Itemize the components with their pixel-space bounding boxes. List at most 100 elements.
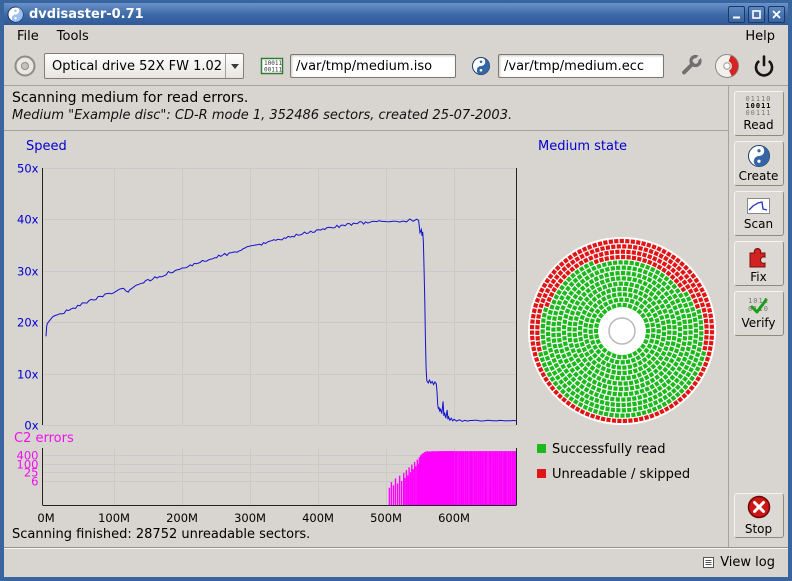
c2-bar	[472, 451, 473, 505]
disc-sector	[622, 408, 626, 412]
c2-bar	[393, 485, 394, 505]
disc-sector	[608, 385, 613, 390]
disc-sector	[688, 325, 692, 329]
disc-sector	[624, 387, 629, 392]
view-log-button[interactable]: View log	[697, 553, 780, 572]
action-panel: 01110 10011 00111 Read Create	[728, 86, 788, 547]
disc-sector	[710, 325, 714, 329]
c2-bar	[401, 481, 402, 505]
fix-button[interactable]: Fix	[734, 241, 784, 286]
log-icon	[702, 556, 715, 569]
disc-sector	[617, 287, 621, 291]
disc-sector	[589, 335, 594, 340]
disc-sector	[541, 324, 545, 328]
disc-sector	[630, 386, 635, 391]
disc-sector	[541, 340, 546, 345]
disc-sector	[626, 413, 630, 417]
disc-sector	[683, 325, 687, 329]
disc-sector	[531, 314, 536, 319]
c2-bar	[417, 460, 418, 505]
close-button[interactable]	[768, 6, 785, 23]
disc-sector	[667, 325, 672, 330]
disc-sector	[628, 418, 633, 423]
disc-sector	[683, 336, 688, 341]
disc-sector	[709, 341, 714, 346]
disc-sector	[551, 327, 555, 331]
charts-region: 0M100M200M300M400M500M600M0x10x20x30x40x…	[4, 131, 728, 527]
disc-sector	[613, 298, 618, 303]
disc-sector	[632, 407, 637, 412]
quit-power-icon[interactable]	[750, 52, 778, 80]
preferences-wrench-icon[interactable]	[678, 53, 704, 79]
c2-bar	[515, 451, 516, 505]
scan-button[interactable]: Scan	[734, 191, 784, 236]
stop-button[interactable]: Stop	[734, 493, 784, 538]
x-tick-label: 600M	[438, 511, 470, 525]
disc-sector	[617, 292, 621, 296]
dvdisaster-logo-icon[interactable]	[713, 52, 741, 80]
disc-sector	[628, 370, 633, 375]
titlebar[interactable]: dvdisaster-0.71	[4, 3, 788, 25]
x-tick-label: 0M	[37, 511, 54, 525]
charts-canvas: 0M100M200M300M400M500M600M0x10x20x30x40x…	[4, 131, 728, 527]
disc-sector	[629, 391, 634, 396]
disc-sector	[708, 346, 713, 351]
maximize-button[interactable]	[748, 6, 765, 23]
window-controls	[728, 6, 785, 23]
minimize-button[interactable]	[728, 6, 745, 23]
c2-bar	[485, 451, 486, 505]
drive-select[interactable]: Optical drive 52X FW 1.02	[44, 53, 244, 79]
disc-sector	[601, 417, 606, 422]
disc-sector	[552, 338, 557, 343]
chevron-down-icon	[225, 54, 243, 78]
c2-bar	[508, 451, 509, 505]
disc-sector	[626, 255, 631, 260]
c2-bar	[470, 451, 471, 505]
disc-sector	[610, 255, 615, 260]
menu-file[interactable]: File	[8, 27, 48, 46]
disc-sector	[536, 320, 541, 325]
menu-help[interactable]: Help	[736, 27, 784, 46]
image-path-input[interactable]	[290, 54, 456, 78]
disc-sector	[612, 392, 617, 397]
disc-sector	[537, 347, 542, 352]
disc-sector	[551, 333, 555, 337]
main-row: Scanning medium for read errors. Medium …	[4, 86, 788, 547]
disc-sector	[688, 336, 693, 341]
disc-sector	[619, 387, 623, 391]
disc-sector	[626, 359, 631, 364]
disc-sector	[626, 271, 631, 276]
disc-sector	[633, 245, 638, 250]
disc-sector	[703, 340, 708, 345]
disc-sector	[611, 287, 616, 292]
disc-sector	[530, 330, 534, 334]
view-log-label: View log	[720, 555, 775, 570]
disc-sector	[632, 272, 637, 277]
stop-label: Stop	[745, 522, 772, 536]
disc-sector	[645, 323, 650, 328]
c2-bar	[453, 451, 454, 505]
disc-sector	[617, 371, 621, 375]
create-button[interactable]: Create	[734, 141, 784, 186]
verify-button[interactable]: 1011 0110 Verify	[734, 291, 784, 336]
x-tick-label: 400M	[302, 511, 334, 525]
disc-sector	[627, 277, 632, 282]
c2-bar	[478, 451, 479, 505]
read-button[interactable]: 01110 10011 00111 Read	[734, 91, 784, 136]
c2-bar	[456, 451, 457, 505]
scan-chart-icon	[746, 196, 772, 216]
disc-sector	[616, 408, 620, 412]
c2-bar	[407, 475, 408, 505]
disc-sector	[542, 313, 547, 318]
disc-sector	[613, 282, 618, 287]
disc-sector	[632, 267, 637, 272]
ecc-path-input[interactable]	[498, 54, 664, 78]
disc-sector	[656, 334, 661, 339]
disc-sector	[683, 331, 687, 335]
disc-sector	[618, 392, 622, 396]
menu-tools[interactable]: Tools	[48, 27, 98, 46]
speed-line-layer	[46, 219, 516, 421]
disc-sector	[562, 336, 567, 341]
read-label: Read	[743, 118, 773, 132]
c2-bar	[505, 451, 506, 505]
